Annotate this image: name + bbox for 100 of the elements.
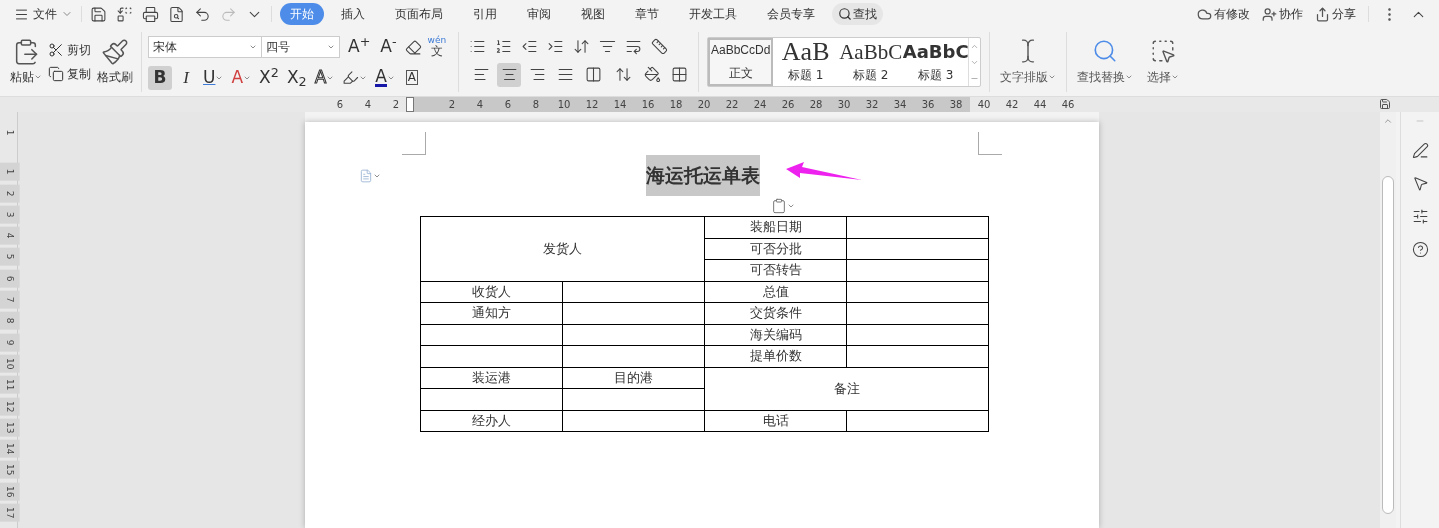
find-replace-button[interactable]: 查找替换: [1067, 28, 1144, 96]
pen-icon[interactable]: [1411, 142, 1429, 159]
italic-button[interactable]: I: [174, 65, 198, 90]
select-button[interactable]: 选择: [1143, 28, 1184, 96]
font-select[interactable]: 宋体: [148, 36, 262, 58]
pointer-icon[interactable]: [1411, 175, 1429, 192]
highlighter-icon: [342, 69, 360, 87]
ruler-number: 11: [0, 375, 20, 394]
copy-button[interactable]: 复制: [48, 65, 91, 83]
sort-icon[interactable]: [573, 37, 591, 55]
ruler-number: 18: [662, 97, 690, 112]
ruler-number: 36: [914, 97, 942, 112]
share-button[interactable]: 分享: [1315, 5, 1356, 23]
style-preset[interactable]: AaBbCcDd 正文: [708, 38, 774, 86]
style-preset[interactable]: AaBbC 标题 2: [838, 38, 904, 86]
file-menu[interactable]: 文件: [14, 5, 73, 23]
line-spacing-icon[interactable]: [615, 66, 633, 83]
ruler-number: 4: [363, 98, 373, 112]
pinyin-button[interactable]: wén 文: [427, 36, 447, 58]
caret-icon: [1125, 73, 1134, 81]
ribbon-tab[interactable]: 审阅: [517, 3, 561, 25]
eraser-icon[interactable]: [404, 38, 422, 56]
ruler-number: 2: [0, 184, 20, 203]
menu-icon: [14, 6, 29, 22]
scissors-icon: [48, 42, 64, 58]
shrink-font-button[interactable]: A$^{-}$: [378, 34, 399, 60]
table-cell-text: 交货条件: [749, 305, 802, 321]
ruler-number: 4: [466, 97, 494, 112]
indent-marker[interactable]: [406, 97, 414, 112]
style-preset[interactable]: AaBbC 标题 3: [903, 38, 969, 86]
paste-options-icon[interactable]: [771, 198, 787, 214]
ruler-number: 8: [522, 97, 550, 112]
ruler-number: 22: [718, 97, 746, 112]
ruler-number: 46: [1060, 98, 1076, 112]
grow-font-button[interactable]: A$^{+}$: [346, 34, 373, 60]
undo-icon[interactable]: [194, 5, 211, 23]
table-cell-text: 备注: [833, 380, 860, 396]
align-icon: [500, 66, 518, 83]
saved-status[interactable]: 有修改: [1197, 5, 1250, 23]
text-layout-button[interactable]: 文字排版: [990, 28, 1067, 96]
align-button[interactable]: [497, 62, 522, 87]
print-icon[interactable]: [142, 5, 159, 23]
borders-icon[interactable]: [671, 66, 689, 83]
ruler-number: 9: [0, 333, 20, 352]
paintbrush-icon: [101, 38, 129, 66]
align-icon: [556, 66, 574, 83]
ribbon-tab[interactable]: 会员专享: [757, 3, 825, 25]
shading-icon[interactable]: [644, 66, 662, 83]
ruler-number: 30: [830, 97, 858, 112]
search-button[interactable]: 查找: [832, 3, 883, 25]
ribbon-tab[interactable]: 页面布局: [385, 3, 453, 25]
export-icon[interactable]: [116, 5, 133, 23]
ribbon-tab[interactable]: 引用: [463, 3, 507, 25]
ribbon-tab[interactable]: 插入: [331, 3, 375, 25]
table-cell-text: 装运港: [472, 369, 511, 385]
caret-icon: [1048, 73, 1057, 81]
ruler-number: 6: [0, 269, 20, 288]
ruler-number: 6: [335, 98, 345, 112]
save-icon[interactable]: [90, 5, 107, 23]
ruler-number: 5: [0, 248, 20, 267]
ruler-number: 38: [942, 97, 970, 112]
user-plus-icon: [1262, 6, 1277, 22]
font-size-select[interactable]: 四号: [262, 36, 340, 58]
ruler-number: 17: [0, 503, 20, 522]
align-icon: [528, 66, 546, 83]
ruler-number: 24: [746, 97, 774, 112]
collab-button[interactable]: 协作: [1262, 5, 1303, 23]
ribbon-tab[interactable]: 开发工具: [679, 3, 747, 25]
document-title: 海运托运单表: [646, 155, 760, 196]
ruler-toggle-icon[interactable]: [1379, 98, 1391, 110]
strike-button[interactable]: A: [228, 65, 255, 90]
table-cell-text: 收货人: [472, 283, 511, 299]
ruler-icon[interactable]: [651, 37, 669, 55]
numbered-list-icon[interactable]: [495, 37, 513, 55]
ruler-number: 1: [3, 128, 16, 138]
caret-icon: [34, 73, 42, 81]
table-cell-text: 电话: [762, 412, 789, 428]
table-cell-text: 总值: [762, 283, 789, 299]
ruler-number: 15: [0, 461, 20, 480]
ruler-number: 42: [1004, 98, 1020, 112]
ruler-number: 14: [0, 439, 20, 458]
fontcolor-button[interactable]: A: [372, 65, 398, 90]
ribbon-tab[interactable]: 视图: [571, 3, 615, 25]
boxed-button[interactable]: A: [399, 65, 424, 90]
underline-button[interactable]: U: [200, 65, 227, 90]
preview-icon[interactable]: [168, 5, 185, 23]
format-painter-button[interactable]: 格式刷: [97, 38, 133, 86]
ruler-number: 26: [774, 97, 802, 112]
super-button[interactable]: X$^{2}$: [256, 65, 282, 90]
share-icon: [1315, 6, 1330, 22]
sub-button[interactable]: X$_{2}$: [283, 65, 310, 90]
bold-button[interactable]: B: [148, 65, 172, 90]
help-icon[interactable]: [1411, 241, 1429, 258]
style-preset[interactable]: AaB 标题 1: [773, 38, 839, 86]
paste-button[interactable]: 粘贴: [10, 38, 42, 86]
ruler-number: 6: [494, 97, 522, 112]
ribbon-tab[interactable]: 章节: [625, 3, 669, 25]
settings-icon[interactable]: [1411, 208, 1429, 225]
ruler-number: 16: [0, 482, 20, 501]
cut-button[interactable]: 剪切: [48, 41, 91, 59]
